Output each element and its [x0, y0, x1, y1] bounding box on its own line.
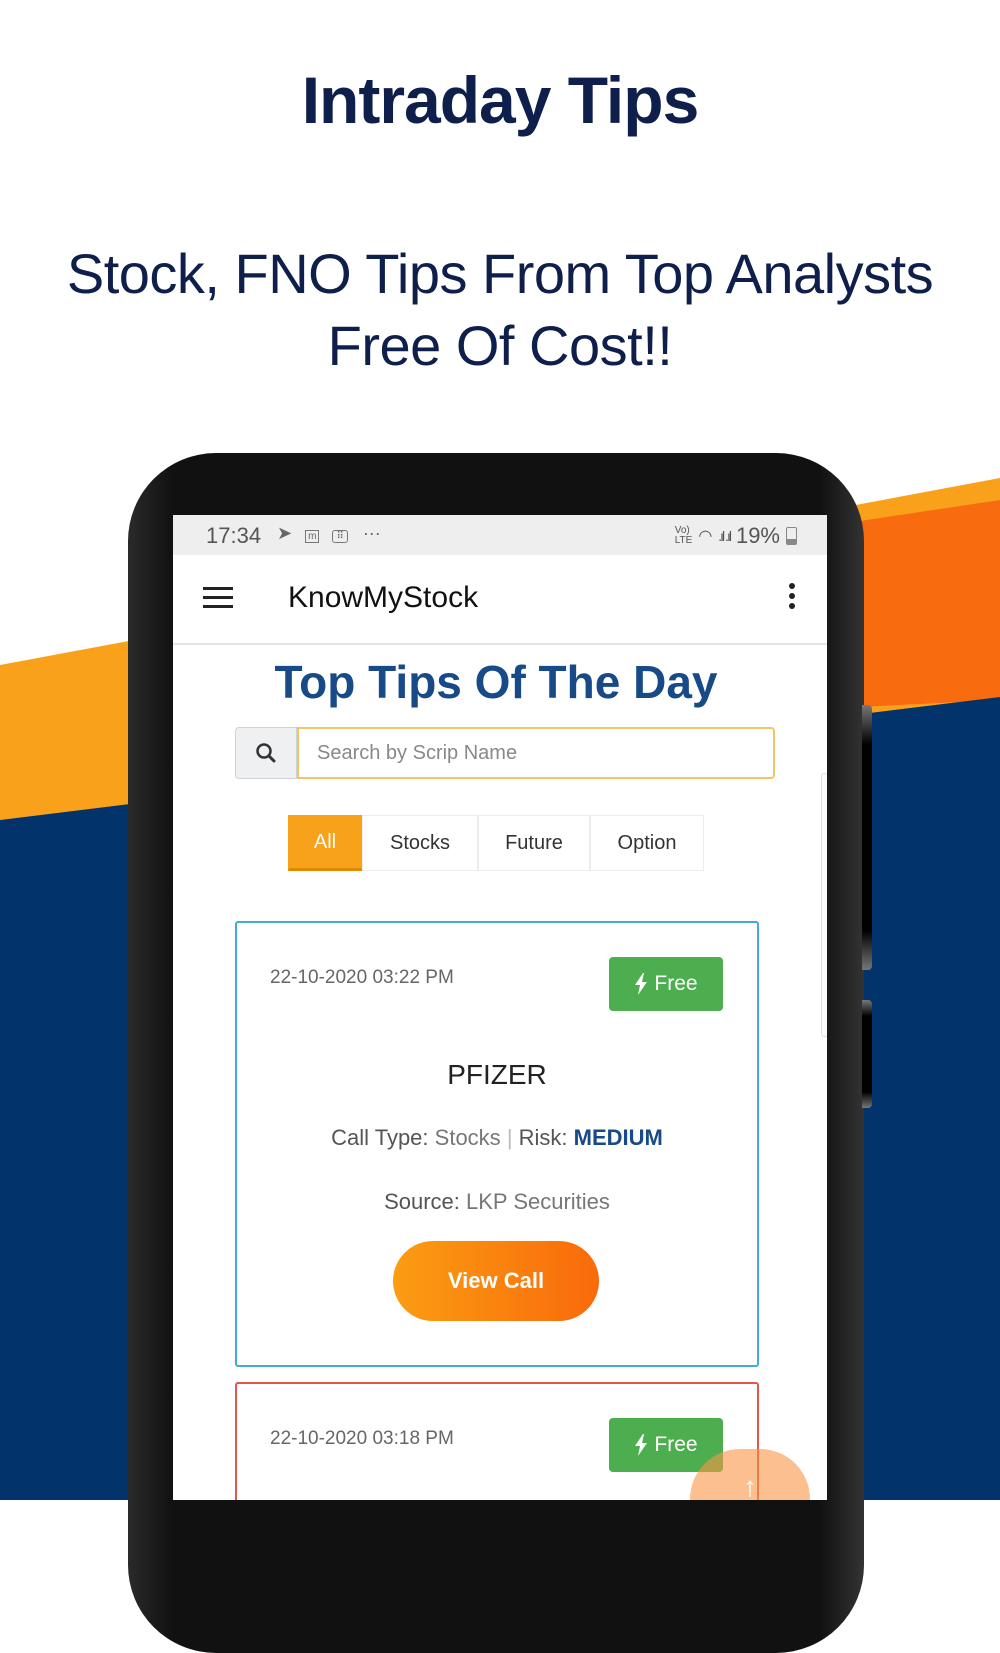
lightning-icon [635, 1434, 648, 1456]
tab-stocks[interactable]: Stocks [362, 815, 478, 871]
phone-power-button [862, 1000, 872, 1108]
promo-subtitle: Stock, FNO Tips From Top Analysts Free O… [0, 238, 1000, 382]
call-type-value: Stocks [434, 1125, 501, 1150]
phone-volume-button [862, 705, 872, 970]
tip-scrip-name: PFIZER [447, 1059, 547, 1090]
filter-tabs: All Stocks Future Option [288, 815, 704, 871]
battery-icon [786, 527, 797, 545]
search-bar [235, 727, 775, 779]
signal-icon: .ıl .ıl [718, 528, 732, 544]
view-call-button[interactable]: View Call [393, 1241, 599, 1321]
risk-value: MEDIUM [573, 1125, 663, 1150]
tip-card: 22-10-2020 03:18 PM Free [235, 1382, 759, 1500]
promo-title: Intraday Tips [301, 63, 700, 137]
free-badge-label: Free [654, 972, 698, 995]
tip-meta: Call Type: Stocks | Risk: MEDIUM [237, 1125, 757, 1151]
status-time: 17:34 [206, 523, 262, 548]
tip-date: 22-10-2020 03:18 PM [270, 1428, 454, 1449]
app-title: KnowMyStock [288, 581, 479, 614]
status-bar: 17:34 ➤ m ⠿ ··· Vo) LTE ◠ .ıl .ıl 19% [173, 515, 827, 555]
status-left-icons: ➤ m ⠿ ··· [277, 523, 381, 544]
tab-all[interactable]: All [288, 815, 362, 871]
volte-icon: Vo) LTE [674, 525, 693, 546]
telegram-icon: ➤ [277, 523, 293, 543]
hamburger-icon[interactable] [203, 587, 233, 609]
free-badge-label: Free [654, 1433, 698, 1456]
tip-source: Source: LKP Securities [237, 1189, 757, 1215]
calculator-icon: ⠿ [332, 530, 348, 543]
search-input[interactable] [297, 727, 775, 779]
mail-icon: m [305, 530, 320, 543]
source-value: LKP Securities [466, 1189, 610, 1214]
app-bar: KnowMyStock [173, 555, 827, 645]
battery-percent: 19% [735, 523, 780, 548]
promo-subtitle-line1: Stock, FNO Tips From Top Analysts [66, 242, 934, 305]
page-heading: Top Tips Of The Day [274, 656, 718, 708]
free-badge: Free [609, 957, 723, 1011]
tab-future[interactable]: Future [478, 815, 590, 871]
phone-screen: 17:34 ➤ m ⠿ ··· Vo) LTE ◠ .ıl .ıl 19% Kno… [173, 515, 827, 1500]
scrollbar[interactable] [821, 773, 827, 1037]
source-label: Source: [384, 1189, 460, 1214]
arrow-up-icon: ↑ [743, 1471, 757, 1500]
meta-separator: | [506, 1125, 513, 1150]
search-icon [256, 743, 276, 763]
kebab-icon[interactable] [789, 583, 797, 613]
tab-option[interactable]: Option [590, 815, 704, 871]
status-right-icons: Vo) LTE ◠ .ıl .ıl 19% [675, 523, 797, 549]
call-type-label: Call Type: [331, 1125, 429, 1150]
search-button[interactable] [235, 727, 297, 779]
promo-subtitle-line2: Free Of Cost!! [327, 314, 673, 377]
wifi-icon: ◠ [698, 528, 713, 545]
tip-date: 22-10-2020 03:22 PM [270, 967, 454, 988]
more-icon: ··· [362, 523, 381, 543]
tip-card: 22-10-2020 03:22 PM Free PFIZER Call Typ… [235, 921, 759, 1367]
risk-label: Risk: [518, 1125, 568, 1150]
lightning-icon [635, 973, 648, 995]
